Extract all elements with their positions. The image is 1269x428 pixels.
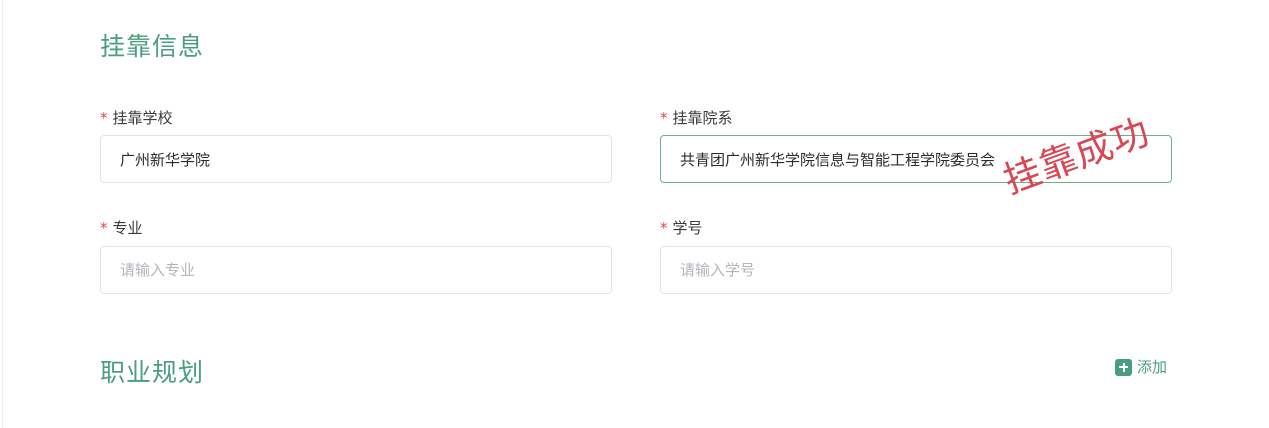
- required-mark: *: [100, 109, 108, 127]
- school-label-text: 挂靠学校: [112, 109, 173, 127]
- major-label-text: 专业: [112, 219, 143, 237]
- affiliation-success-stamp: 挂靠成功: [997, 109, 1156, 203]
- major-label: * 专业: [100, 219, 143, 237]
- plus-square-icon: [1115, 358, 1132, 376]
- student-id-label: * 学号: [660, 219, 703, 237]
- affiliation-section-title: 挂靠信息: [100, 32, 205, 61]
- department-label-text: 挂靠院系: [672, 109, 733, 127]
- content-left-border: [2, 0, 3, 428]
- major-input[interactable]: [100, 246, 612, 294]
- student-id-label-text: 学号: [672, 219, 703, 237]
- student-id-input[interactable]: [660, 246, 1172, 294]
- school-input[interactable]: [100, 135, 612, 183]
- add-label: 添加: [1137, 358, 1168, 376]
- school-label: * 挂靠学校: [100, 109, 173, 127]
- add-career-button[interactable]: 添加: [1115, 358, 1167, 376]
- required-mark: *: [660, 219, 668, 237]
- career-section-title: 职业规划: [100, 358, 205, 387]
- department-label: * 挂靠院系: [660, 109, 733, 127]
- required-mark: *: [100, 219, 108, 237]
- required-mark: *: [660, 109, 668, 127]
